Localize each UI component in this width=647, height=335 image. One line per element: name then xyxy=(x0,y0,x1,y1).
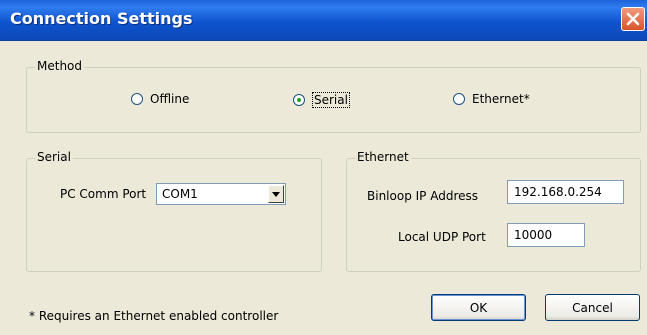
radio-offline-label: Offline xyxy=(150,92,190,106)
serial-group: Serial xyxy=(26,150,322,272)
pc-comm-port-label: PC Comm Port xyxy=(60,187,147,201)
radio-serial-label: Serial xyxy=(312,92,350,108)
cancel-button[interactable]: Cancel xyxy=(545,294,640,321)
serial-group-legend: Serial xyxy=(35,150,73,164)
binloop-ip-label: Binloop IP Address xyxy=(367,189,478,203)
title-bar[interactable]: Connection Settings xyxy=(0,0,647,41)
method-group-legend: Method xyxy=(35,59,85,73)
ok-button[interactable]: OK xyxy=(431,294,526,321)
binloop-ip-field[interactable] xyxy=(507,180,624,204)
dialog-title: Connection Settings xyxy=(10,9,193,28)
radio-selected-dot xyxy=(297,98,301,102)
radio-circle-offline xyxy=(131,93,143,105)
pc-comm-port-select[interactable]: COM1 xyxy=(156,183,286,205)
connection-settings-dialog: Connection Settings Method Offline Seria… xyxy=(0,0,647,335)
ok-button-label: OK xyxy=(469,300,488,315)
local-udp-port-field[interactable] xyxy=(507,223,585,247)
radio-ethernet-label: Ethernet* xyxy=(472,92,530,106)
ethernet-footnote: * Requires an Ethernet enabled controlle… xyxy=(29,309,279,323)
close-button[interactable] xyxy=(621,7,645,31)
radio-serial[interactable]: Serial xyxy=(293,92,350,108)
ethernet-group: Ethernet xyxy=(346,150,641,272)
ethernet-group-legend: Ethernet xyxy=(355,150,411,164)
cancel-button-label: Cancel xyxy=(572,300,613,315)
radio-ethernet[interactable]: Ethernet* xyxy=(453,92,530,106)
radio-circle-serial xyxy=(293,94,305,106)
pc-comm-port-value: COM1 xyxy=(162,187,198,201)
radio-circle-ethernet xyxy=(453,93,465,105)
radio-offline[interactable]: Offline xyxy=(131,92,189,106)
dropdown-button[interactable] xyxy=(268,185,284,203)
local-udp-port-label: Local UDP Port xyxy=(398,230,486,244)
